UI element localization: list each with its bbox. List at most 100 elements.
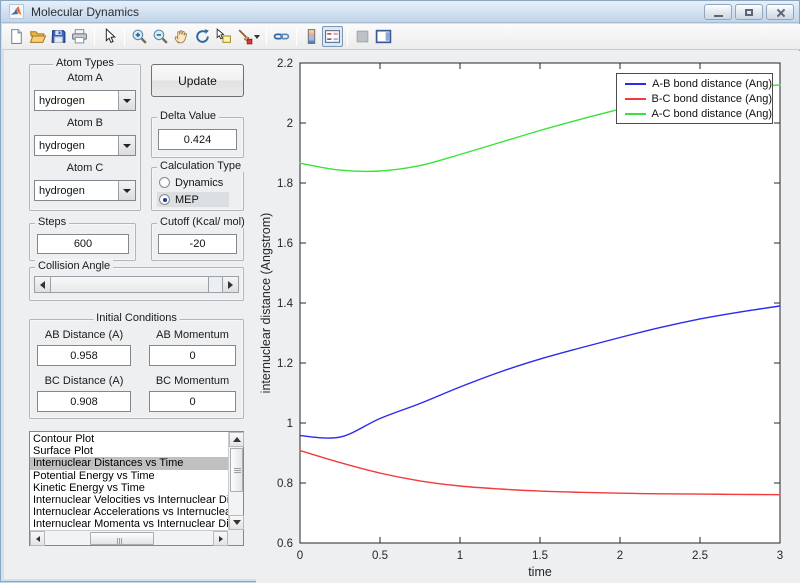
legend-line-swatch	[625, 112, 646, 115]
chart-svg: 0 0.5 1 1.5 2 2.5 3 0.6 0.8 1 1.2 1.4 1.6 1.8 2 2.2 time…	[259, 58, 783, 579]
open-file-icon[interactable]	[27, 26, 48, 47]
atom-b-dropdown[interactable]: hydrogen	[34, 135, 136, 156]
toolbar-separator	[94, 27, 95, 46]
collision-angle-slider[interactable]	[34, 276, 239, 293]
legend-label: B-C bond distance (Ang)	[651, 92, 772, 105]
slider-right-button[interactable]	[222, 277, 238, 292]
radio-dynamics[interactable]: Dynamics	[157, 175, 227, 190]
ab-distance-field[interactable]	[37, 345, 131, 366]
maximize-button[interactable]	[735, 4, 763, 20]
scroll-right-button[interactable]	[213, 531, 228, 546]
close-button[interactable]	[766, 4, 794, 20]
save-figure-icon[interactable]	[48, 26, 69, 47]
zoom-in-icon[interactable]	[129, 26, 150, 47]
rotate-3d-icon[interactable]	[192, 26, 213, 47]
svg-text:1.5: 1.5	[532, 550, 548, 562]
matlab-logo-icon	[9, 4, 24, 19]
minimize-icon	[713, 14, 723, 17]
toolbar-separator	[124, 27, 125, 46]
scroll-left-button[interactable]	[30, 531, 45, 546]
chevron-down-icon	[123, 98, 131, 103]
legend-row: A-C bond distance (Ang)	[625, 108, 772, 120]
list-item[interactable]: Contour Plot	[30, 433, 228, 445]
insert-legend-icon[interactable]	[322, 26, 343, 47]
calculation-type-title: Calculation Type	[157, 160, 245, 172]
new-figure-icon[interactable]	[6, 26, 27, 47]
bc-momentum-field[interactable]	[149, 391, 236, 412]
minimize-button[interactable]	[704, 4, 732, 20]
plot-type-listbox-items: Contour Plot Surface Plot Internuclear Dis…	[30, 433, 228, 530]
svg-text:2.2: 2.2	[277, 58, 293, 70]
delta-value-title: Delta Value	[157, 110, 220, 122]
insert-colorbar-icon[interactable]	[301, 26, 322, 47]
brush-dropdown-icon[interactable]	[254, 34, 260, 39]
radio-icon	[159, 194, 170, 205]
pan-icon[interactable]	[171, 26, 192, 47]
list-item[interactable]: Potential Energy vs Time	[30, 470, 228, 482]
slider-thumb[interactable]	[51, 277, 209, 292]
atom-c-dropdown[interactable]: hydrogen	[34, 180, 136, 201]
list-item[interactable]: Internuclear Momenta vs Internuclear Dis…	[30, 518, 228, 530]
chart-legend[interactable]: A-B bond distance (Ang) B-C bond distanc…	[616, 73, 773, 124]
svg-text:3: 3	[777, 550, 783, 562]
svg-text:0: 0	[297, 550, 303, 562]
dropdown-button[interactable]	[118, 136, 135, 155]
vertical-scrollbar[interactable]	[228, 432, 244, 530]
atom-c-value: hydrogen	[39, 184, 85, 197]
cutoff-title: Cutoff (Kcal/ mol)	[157, 216, 248, 228]
update-button[interactable]: Update	[151, 64, 244, 97]
slider-left-button[interactable]	[35, 277, 51, 292]
steps-title: Steps	[35, 216, 70, 228]
link-plot-icon[interactable]	[271, 26, 292, 47]
svg-text:0.8: 0.8	[277, 478, 293, 490]
radio-icon	[159, 177, 170, 188]
atom-types-title: Atom Types	[53, 57, 117, 69]
steps-field[interactable]	[37, 234, 129, 254]
radio-mep[interactable]: MEP	[157, 192, 229, 207]
bc-distance-field[interactable]	[37, 391, 131, 412]
zoom-out-icon[interactable]	[150, 26, 171, 47]
cutoff-field[interactable]	[158, 234, 237, 254]
list-item[interactable]: Internuclear Distances vs Time	[30, 457, 228, 470]
brush-data-icon[interactable]	[234, 26, 262, 47]
dropdown-button[interactable]	[118, 91, 135, 110]
print-figure-icon[interactable]	[69, 26, 90, 47]
list-item[interactable]: Internuclear Velocities vs Internuclear …	[30, 494, 228, 506]
ab-momentum-label: AB Momentum	[156, 329, 229, 341]
chevron-down-icon	[123, 188, 131, 193]
scroll-up-button[interactable]	[229, 432, 244, 447]
legend-row: A-B bond distance (Ang)	[625, 78, 772, 90]
svg-text:2: 2	[287, 118, 293, 130]
slider-track[interactable]	[209, 277, 222, 292]
scroll-down-button[interactable]	[229, 515, 244, 530]
delta-value-field[interactable]	[158, 129, 237, 150]
legend-label: A-B bond distance (Ang)	[652, 77, 772, 90]
list-item[interactable]: Internuclear Accelerations vs Internucle…	[30, 506, 228, 518]
toolbar-separator	[347, 27, 348, 46]
window-title: Molecular Dynamics	[31, 4, 140, 19]
list-item[interactable]: Surface Plot	[30, 445, 228, 457]
svg-text:0.6: 0.6	[277, 538, 293, 550]
atom-a-dropdown[interactable]: hydrogen	[34, 90, 136, 111]
hide-plot-tools-icon[interactable]	[352, 26, 373, 47]
maximize-icon	[745, 8, 753, 16]
chevron-down-icon	[123, 143, 131, 148]
arrow-right-icon	[228, 280, 233, 289]
show-plot-tools-dock-icon[interactable]	[373, 26, 394, 47]
title-bar[interactable]: Molecular Dynamics	[1, 1, 799, 23]
plot-type-listbox[interactable]: Contour Plot Surface Plot Internuclear Dis…	[29, 431, 244, 546]
legend-row: B-C bond distance (Ang)	[625, 93, 772, 105]
figure-toolbar	[2, 24, 800, 50]
horizontal-scrollbar[interactable]	[30, 530, 228, 546]
list-item[interactable]: Kinetic Energy vs Time	[30, 482, 228, 494]
dropdown-button[interactable]	[118, 181, 135, 200]
ab-momentum-field[interactable]	[149, 345, 236, 366]
edit-plot-icon[interactable]	[99, 26, 120, 47]
svg-text:2: 2	[617, 550, 623, 562]
close-icon	[776, 8, 785, 17]
initial-conditions-title: Initial Conditions	[93, 312, 180, 324]
atom-b-value: hydrogen	[39, 139, 85, 152]
horizontal-scroll-thumb[interactable]	[90, 532, 154, 545]
data-cursor-icon[interactable]	[213, 26, 234, 47]
vertical-scroll-thumb[interactable]	[230, 448, 243, 492]
